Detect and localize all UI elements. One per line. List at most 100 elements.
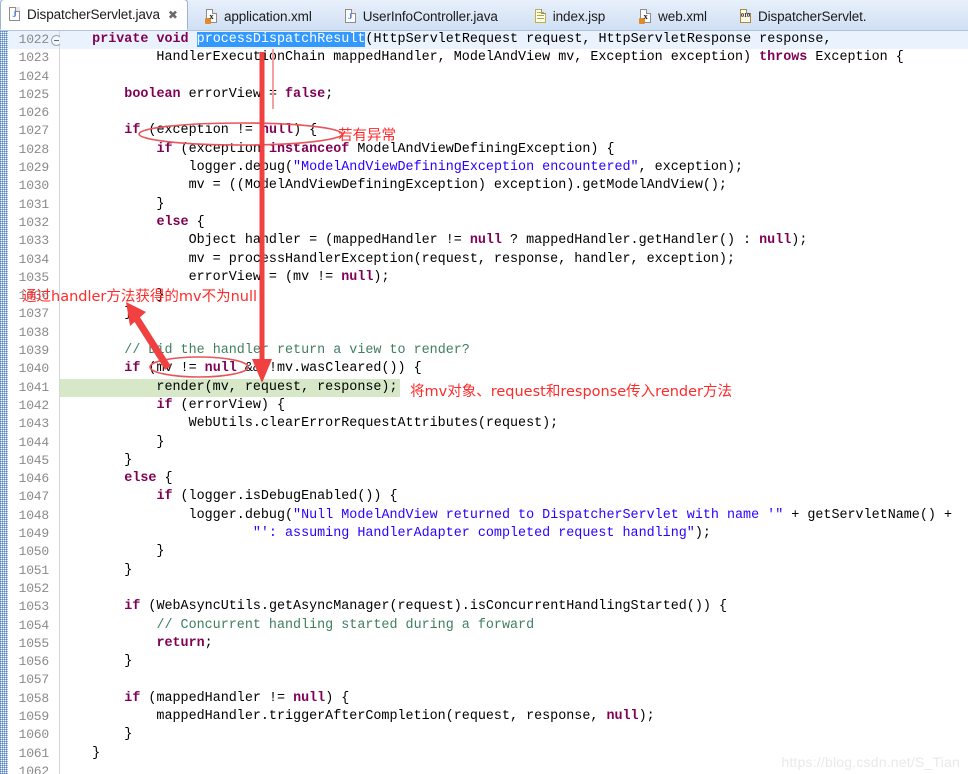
code-line[interactable]: // Did the handler return a view to rend… — [60, 342, 968, 360]
gutter-row[interactable]: 1059 — [8, 708, 59, 726]
code-line[interactable]: } — [60, 196, 968, 214]
close-tab-icon[interactable]: ✖ — [168, 9, 178, 21]
code-line[interactable]: else { — [60, 470, 968, 488]
gutter-row[interactable]: 1060 — [8, 726, 59, 744]
gutter-row[interactable]: 1047 — [8, 488, 59, 506]
code-line[interactable]: mv = processHandlerException(request, re… — [60, 251, 968, 269]
gutter-row[interactable]: 1045 — [8, 452, 59, 470]
code-line[interactable]: return; — [60, 635, 968, 653]
code-line[interactable]: Object handler = (mappedHandler != null … — [60, 232, 968, 250]
xml-file-icon: x — [204, 8, 219, 24]
editor-tab-4[interactable]: x web.xml — [632, 2, 716, 30]
gutter-row[interactable]: 1050 — [8, 543, 59, 561]
code-line[interactable]: if (mv != null && !mv.wasCleared()) { — [60, 360, 968, 378]
gutter-row[interactable]: 1036 — [8, 287, 59, 305]
gutter-row[interactable]: 1062 — [8, 763, 59, 774]
gutter-row[interactable]: 1054 — [8, 617, 59, 635]
code-line[interactable] — [60, 671, 968, 689]
line-number: 1055 — [18, 635, 50, 651]
gutter-row[interactable]: 1032 — [8, 214, 59, 232]
editor-tab-1[interactable]: x application.xml — [198, 2, 321, 30]
gutter-row[interactable]: 1058 — [8, 690, 59, 708]
code-line[interactable] — [60, 68, 968, 86]
gutter-row[interactable]: 1053 — [8, 598, 59, 616]
gutter-row[interactable]: 1038 — [8, 324, 59, 342]
code-editor[interactable]: 1022 1023 1024 1025 1026 1027 1028 1029 1030 1031… — [0, 31, 968, 774]
gutter-row[interactable]: 1046 — [8, 470, 59, 488]
line-number-gutter[interactable]: 1022 1023 1024 1025 1026 1027 1028 1029 1030 1031… — [8, 31, 62, 774]
gutter-row[interactable]: 1024 — [8, 68, 59, 86]
code-line[interactable]: logger.debug("ModelAndViewDefiningExcept… — [60, 159, 968, 177]
code-line[interactable]: if (logger.isDebugEnabled()) { — [60, 488, 968, 506]
code-line[interactable]: WebUtils.clearErrorRequestAttributes(req… — [60, 415, 968, 433]
gutter-row[interactable]: 1040 — [8, 360, 59, 378]
gutter-row[interactable]: 1034 — [8, 251, 59, 269]
code-line[interactable]: if (exception instanceof ModelAndViewDef… — [60, 141, 968, 159]
code-line[interactable]: // Concurrent handling started during a … — [60, 617, 968, 635]
gutter-row[interactable]: 1061 — [8, 745, 59, 763]
code-line[interactable]: "': assuming HandlerAdapter completed re… — [60, 525, 968, 543]
code-line[interactable]: errorView = (mv != null); — [60, 269, 968, 287]
code-line[interactable]: if (WebAsyncUtils.getAsyncManager(reques… — [60, 598, 968, 616]
gutter-row[interactable]: 1055 — [8, 635, 59, 653]
gutter-row[interactable]: 1041 — [8, 379, 59, 397]
code-line[interactable] — [60, 104, 968, 122]
code-line[interactable] — [60, 324, 968, 342]
editor-tab-2[interactable]: J UserInfoController.java — [337, 2, 507, 30]
gutter-row[interactable]: 1028 — [8, 141, 59, 159]
code-line-text: } — [60, 434, 165, 450]
code-line[interactable] — [60, 580, 968, 598]
gutter-row[interactable]: 1030 — [8, 177, 59, 195]
code-line-text: if (errorView) { — [156, 397, 286, 413]
gutter-row[interactable]: 1027 — [8, 122, 59, 140]
code-line[interactable]: else { — [60, 214, 968, 232]
code-line[interactable]: } — [60, 653, 968, 671]
gutter-row[interactable]: 1029 — [8, 159, 59, 177]
code-surface[interactable]: private void processDispatchResult(HttpS… — [60, 31, 968, 774]
code-line[interactable]: mappedHandler.triggerAfterCompletion(req… — [60, 708, 968, 726]
code-line[interactable]: } — [60, 726, 968, 744]
editor-tab-3[interactable]: index.jsp — [527, 2, 614, 30]
gutter-row[interactable]: 1026 — [8, 104, 59, 122]
line-number: 1033 — [18, 233, 50, 249]
code-line[interactable]: logger.debug("Null ModelAndView returned… — [60, 507, 968, 525]
gutter-row[interactable]: 1057 — [8, 671, 59, 689]
code-line[interactable]: } — [60, 305, 968, 323]
editor-window: J DispatcherServlet.java ✖ x application.xml… — [0, 0, 968, 774]
code-line-current[interactable]: render(mv, request, response); — [60, 378, 400, 397]
editor-tab-0[interactable]: J DispatcherServlet.java ✖ — [0, 0, 188, 30]
gutter-row[interactable]: 1033 — [8, 232, 59, 250]
gutter-row[interactable]: 1023 — [8, 49, 59, 67]
gutter-row[interactable]: 1048 — [8, 507, 59, 525]
gutter-row[interactable]: 1044 — [8, 434, 59, 452]
gutter-row[interactable]: 1039 — [8, 342, 59, 360]
code-line[interactable]: mv = ((ModelAndViewDefiningException) ex… — [60, 177, 968, 195]
code-line[interactable]: if (errorView) { — [60, 397, 968, 415]
code-line[interactable]: private void processDispatchResult(HttpS… — [60, 31, 968, 50]
code-line-text: mappedHandler.triggerAfterCompletion(req… — [60, 708, 655, 724]
gutter-row[interactable]: 1042 — [8, 397, 59, 415]
gutter-row[interactable]: 1043 — [8, 415, 59, 433]
gutter-row[interactable]: 1035 — [8, 269, 59, 287]
code-line[interactable]: boolean errorView = false; — [60, 86, 968, 104]
gutter-row[interactable]: 1037 — [8, 305, 59, 323]
code-line[interactable]: } — [60, 287, 968, 305]
gutter-row[interactable]: 1031 — [8, 196, 59, 214]
code-line[interactable]: if (exception != null) { — [60, 122, 968, 140]
gutter-row[interactable]: 1022 — [8, 31, 62, 50]
code-line[interactable]: } — [60, 452, 968, 470]
gutter-row[interactable]: 1051 — [8, 562, 59, 580]
gutter-row[interactable]: 1052 — [8, 580, 59, 598]
line-number: 1023 — [18, 50, 50, 66]
editor-tab-5[interactable]: 010 DispatcherServlet. — [732, 2, 876, 30]
code-line[interactable]: } — [60, 562, 968, 580]
code-line[interactable]: } — [60, 434, 968, 452]
code-line[interactable]: HandlerExecutionChain mappedHandler, Mod… — [60, 49, 968, 67]
code-line-text: } — [60, 745, 101, 761]
gutter-row[interactable]: 1025 — [8, 86, 59, 104]
code-line[interactable]: } — [60, 543, 968, 561]
code-line[interactable]: if (mappedHandler != null) { — [60, 690, 968, 708]
gutter-row[interactable]: 1056 — [8, 653, 59, 671]
code-line-text: if (exception != null) { — [124, 123, 318, 139]
gutter-row[interactable]: 1049 — [8, 525, 59, 543]
